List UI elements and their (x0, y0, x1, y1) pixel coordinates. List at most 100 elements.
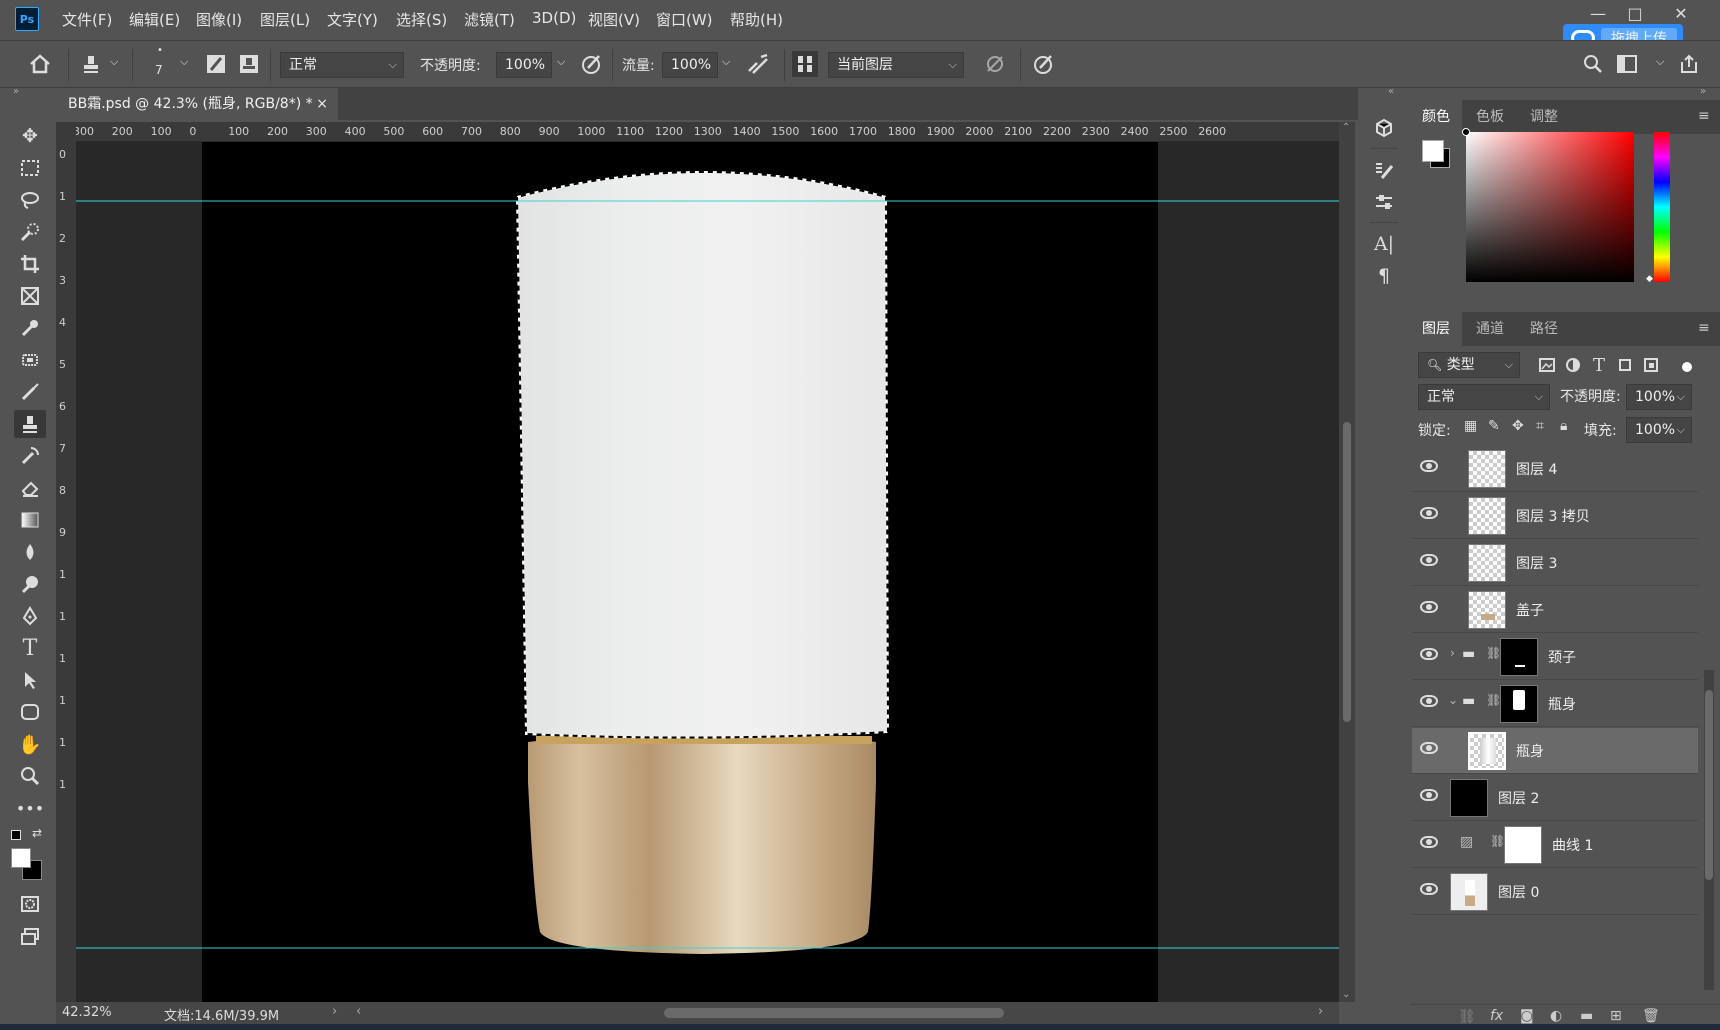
opacity-input[interactable]: 100% (496, 52, 552, 78)
maximize-button[interactable]: □ (1620, 2, 1650, 26)
eyedropper-tool-icon[interactable] (14, 314, 46, 342)
layer-row[interactable]: 图层 0 (1412, 869, 1698, 915)
menu-window[interactable]: 窗口(W) (656, 9, 713, 30)
marquee-tool-icon[interactable] (14, 154, 46, 182)
menu-3d[interactable]: 3D(D) (532, 9, 576, 27)
mid-collapse-icon[interactable]: « (1388, 86, 1394, 97)
adjustment-mask-thumbnail[interactable] (1504, 826, 1542, 864)
fx-icon[interactable]: fx (1490, 1008, 1503, 1024)
clone-stamp-tool-icon[interactable] (78, 51, 104, 77)
menu-help[interactable]: 帮助(H) (730, 9, 783, 30)
hue-slider[interactable] (1654, 132, 1670, 282)
layer-opacity-input[interactable]: 100% ⌵ (1626, 384, 1692, 410)
lock-all-icon[interactable]: 🔒︎ (1560, 418, 1567, 434)
adjustment-sliders-icon[interactable] (1368, 188, 1400, 216)
brush-presets-icon[interactable] (1368, 156, 1400, 184)
color-fg-swatch[interactable] (1422, 140, 1444, 162)
color-panel-menu-icon[interactable]: ≡ (1698, 108, 1710, 124)
layer-blend-dropdown[interactable]: 正常 ⌵ (1418, 384, 1550, 410)
link-layers-icon[interactable]: ⛓ (1458, 1009, 1476, 1025)
canvas-vertical-scrollbar[interactable]: ⌃ ⌄ (1339, 122, 1355, 1002)
new-layer-icon[interactable]: ⊞ (1610, 1008, 1622, 1024)
visibility-eye-icon[interactable] (1420, 836, 1438, 848)
layers-scrollbar[interactable] (1704, 670, 1714, 990)
ignore-adjustment-icon[interactable] (982, 51, 1008, 77)
visibility-eye-icon[interactable] (1420, 460, 1438, 472)
layer-filter-dropdown[interactable]: 🔍︎ 类型 ⌵ (1418, 352, 1520, 378)
layer-row-selected[interactable]: 瓶身 (1412, 728, 1698, 774)
lock-position-icon[interactable]: ✥ (1512, 418, 1524, 434)
color-field[interactable] (1466, 132, 1634, 282)
lock-paint-icon[interactable]: ✎ (1488, 418, 1500, 434)
hscroll-left-arrow[interactable]: ‹ (356, 1004, 361, 1019)
canvas-area[interactable] (76, 142, 1339, 1002)
filter-shape-icon[interactable] (1612, 352, 1638, 378)
visibility-eye-icon[interactable] (1420, 601, 1438, 613)
clone-stamp-tool-icon[interactable] (14, 410, 46, 438)
paragraph-panel-icon[interactable]: ¶ (1368, 262, 1400, 290)
gradient-tool-icon[interactable] (14, 506, 46, 534)
screen-mode-icon[interactable] (14, 922, 46, 950)
layer-row[interactable]: 图层 3 拷贝 (1412, 493, 1698, 539)
close-window-button[interactable]: ✕ (1666, 2, 1696, 26)
lock-transparency-icon[interactable]: ▦ (1464, 418, 1477, 434)
hand-tool-icon[interactable]: ✋ (14, 730, 46, 758)
tab-paths[interactable]: 路径 (1518, 312, 1570, 346)
menu-image[interactable]: 图像(I) (196, 9, 242, 30)
vertical-ruler[interactable]: 0 1 2 3 4 5 6 7 8 9 1 1 1 1 1 1 (56, 142, 76, 1002)
info-menu-arrow[interactable]: › (332, 1004, 337, 1019)
add-mask-icon[interactable]: ◙ (1520, 1008, 1534, 1024)
color-picker-marker[interactable] (1462, 128, 1470, 136)
document-tab[interactable]: BB霜.psd @ 42.3% (瓶身, RGB/8*) * × (56, 88, 338, 120)
hscroll-right-arrow[interactable]: › (1318, 1004, 1323, 1019)
mask-link-icon[interactable]: ⛓ (1486, 693, 1501, 707)
flow-arrow[interactable]: ⌵ (722, 55, 730, 69)
minimize-button[interactable]: — (1583, 2, 1613, 26)
tab-channels[interactable]: 通道 (1464, 312, 1516, 346)
workspace-icon[interactable] (1614, 51, 1640, 77)
layer-row[interactable]: 盖子 (1412, 587, 1698, 633)
clone-source-icon[interactable] (236, 51, 262, 77)
horizontal-ruler[interactable]: 3002001000100200300400500600700800900100… (76, 122, 1339, 142)
expand-group-icon[interactable]: › (1450, 646, 1455, 660)
new-group-icon[interactable]: ▬ (1580, 1008, 1593, 1024)
zoom-tool-icon[interactable] (14, 762, 46, 790)
pressure-opacity-icon[interactable] (578, 51, 604, 77)
rectangle-tool-icon[interactable] (14, 698, 46, 726)
group-mask-thumbnail[interactable] (1500, 685, 1538, 723)
menu-view[interactable]: 视图(V) (588, 9, 640, 30)
3d-cube-icon[interactable] (1368, 114, 1400, 142)
pressure-size-icon[interactable] (1030, 51, 1056, 77)
layer-row[interactable]: 图层 4 (1412, 446, 1698, 492)
search-icon[interactable] (1580, 51, 1606, 77)
filter-smart-object-icon[interactable] (1638, 352, 1664, 378)
visibility-eye-icon[interactable] (1420, 554, 1438, 566)
eraser-tool-icon[interactable] (14, 474, 46, 502)
move-tool-icon[interactable]: ✥ (14, 122, 46, 150)
collapse-group-icon[interactable]: ⌄ (1448, 693, 1458, 707)
layer-row[interactable]: 图层 2 (1412, 775, 1698, 821)
toolbar-collapse-icon[interactable]: » (13, 86, 19, 97)
ruler-origin[interactable] (56, 122, 76, 142)
pen-tool-icon[interactable] (14, 602, 46, 630)
share-icon[interactable] (1676, 51, 1702, 77)
menu-file[interactable]: 文件(F) (62, 9, 112, 30)
crop-tool-icon[interactable] (14, 250, 46, 278)
mode-dropdown[interactable]: 正常 ⌵ (280, 52, 404, 78)
menu-type[interactable]: 文字(Y) (327, 9, 378, 30)
mask-link-icon[interactable]: ⛓ (1486, 646, 1501, 660)
layer-row[interactable]: › ▬ ⛓ 颈子 (1412, 634, 1698, 680)
layer-row[interactable]: ▨ ⛓ 曲线 1 (1412, 822, 1698, 868)
menu-select[interactable]: 选择(S) (396, 9, 447, 30)
visibility-eye-icon[interactable] (1420, 648, 1438, 660)
swap-colors-icon[interactable]: ⇄ (32, 826, 42, 840)
aligned-icon[interactable] (792, 51, 818, 77)
frame-tool-icon[interactable] (14, 282, 46, 310)
hue-marker-icon[interactable]: ◆ (1646, 274, 1653, 284)
delete-layer-icon[interactable]: 🗑︎ (1642, 1008, 1660, 1024)
tab-adjustments[interactable]: 调整 (1518, 100, 1570, 134)
sample-dropdown[interactable]: 当前图层 ⌵ (828, 52, 964, 78)
quick-mask-icon[interactable] (14, 890, 46, 918)
horizontal-scroll-thumb[interactable] (664, 1008, 1004, 1018)
workspace-arrow[interactable]: ⌵ (1656, 55, 1664, 69)
